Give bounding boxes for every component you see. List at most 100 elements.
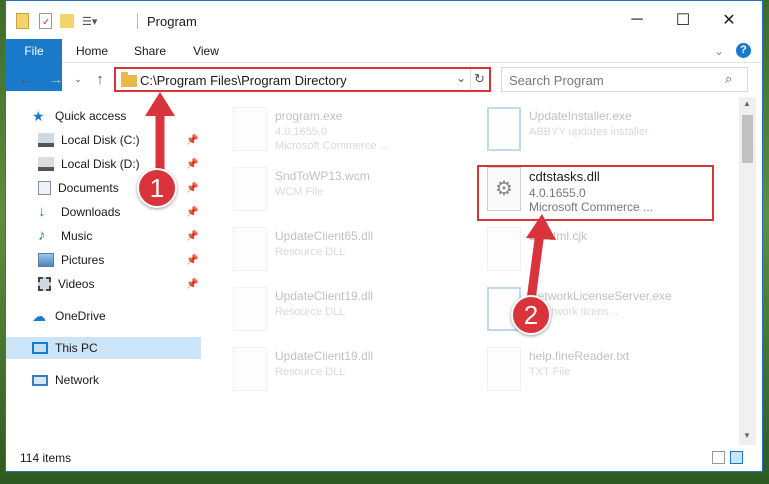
list-item[interactable]: UpdateClient19.dll Resource DLL	[225, 285, 465, 337]
back-arrow-icon[interactable]: ←	[16, 69, 36, 89]
cloud-icon: ☁	[32, 308, 46, 324]
sidebar-item-quick-access[interactable]: ★ Quick access	[32, 105, 126, 127]
item-count: 114 items	[20, 451, 72, 465]
pin-icon[interactable]: 📌	[186, 255, 198, 266]
file-name: SndToWP13.wcm	[275, 169, 370, 183]
file-detail: ABBYY updates installer	[529, 126, 649, 138]
file-icon	[487, 227, 521, 271]
vertical-scrollbar[interactable]: ▲ ▼	[739, 97, 756, 445]
address-dropdown-icon[interactable]: ⌄	[456, 71, 466, 85]
list-item[interactable]: program.exe 4.0.1655.0 Microsoft Commerc…	[225, 105, 465, 157]
file-name: LDHtml.cjk	[529, 229, 588, 243]
pin-icon[interactable]: 📌	[186, 159, 198, 170]
refresh-icon[interactable]: ↻	[474, 71, 485, 87]
address-row: ← → ⌄ ↑ C:\Program Files\Program Directo…	[6, 64, 762, 94]
sidebar-item-pictures[interactable]: Pictures 📌	[38, 249, 203, 271]
customize-toolbar-icon[interactable]: ☰▾	[82, 15, 97, 28]
list-item[interactable]: UpdateClient19.dll Resource DLL	[225, 345, 465, 397]
sidebar-item-label: Local Disk (C:)	[61, 133, 140, 147]
file-detail: Microsoft Commerce ...	[275, 140, 389, 152]
address-path[interactable]: C:\Program Files\Program Directory	[140, 73, 347, 88]
recent-locations-icon[interactable]: ⌄	[68, 69, 88, 89]
pin-icon[interactable]: 📌	[186, 135, 198, 146]
properties-icon[interactable]: ✓	[39, 13, 52, 29]
dll-gear-icon	[233, 227, 267, 271]
tiles-view-icon[interactable]	[730, 451, 743, 464]
list-item[interactable]: UpdateInstaller.exe ABBYY updates instal…	[479, 105, 719, 157]
computer-icon	[32, 342, 48, 354]
step-2-badge: 2	[511, 295, 551, 335]
sidebar-item-label: This PC	[55, 341, 98, 355]
file-detail: WCM File	[275, 186, 324, 198]
scroll-down-icon[interactable]: ▼	[743, 431, 751, 440]
tab-share[interactable]: Share	[126, 39, 174, 63]
explorer-window: ✓ ☰▾ Program ─ ☐ ✕ File Home Share View …	[5, 0, 763, 472]
pin-icon[interactable]: 📌	[186, 207, 198, 218]
ribbon-expand-icon[interactable]: ⌄	[712, 39, 726, 63]
window-title: Program	[147, 14, 197, 29]
file-name: help.fineReader.txt	[529, 349, 630, 363]
sidebar-item-network[interactable]: Network	[32, 369, 99, 391]
title-separator	[137, 13, 138, 29]
file-icon	[233, 167, 267, 211]
file-name: UpdateInstaller.exe	[529, 109, 632, 123]
sidebar-item-onedrive[interactable]: ☁ OneDrive	[32, 305, 106, 327]
quick-access-toolbar: ✓ ☰▾	[16, 11, 97, 31]
list-item-selected[interactable]: ⚙ cdtstasks.dll 4.0.1655.0 Microsoft Com…	[479, 165, 719, 217]
file-name: NetworkLicenseServer.exe	[529, 289, 672, 303]
address-bar[interactable]: C:\Program Files\Program Directory ⌄ ↻	[114, 67, 491, 92]
scroll-up-icon[interactable]: ▲	[743, 99, 751, 108]
application-icon	[233, 107, 267, 151]
search-placeholder: Search Program	[509, 73, 604, 88]
file-detail: Resource DLL	[275, 246, 346, 258]
sidebar-item-videos[interactable]: Videos 📌	[38, 273, 203, 295]
file-name: cdtstasks.dll	[529, 169, 600, 184]
list-item[interactable]: SndToWP13.wcm WCM File	[225, 165, 465, 217]
sidebar-item-downloads[interactable]: ↓ Downloads 📌	[38, 201, 203, 223]
new-folder-icon[interactable]	[60, 14, 74, 28]
file-detail: 4.0.1655.0	[529, 186, 586, 200]
list-item[interactable]: UpdateClient65.dll Resource DLL	[225, 225, 465, 277]
sidebar-item-label: Downloads	[61, 205, 121, 219]
help-icon[interactable]: ?	[736, 43, 751, 58]
search-box[interactable]: Search Program ⌕	[501, 67, 748, 92]
sidebar-item-music[interactable]: ♪ Music 📌	[38, 225, 203, 247]
pin-icon[interactable]: 📌	[186, 279, 198, 290]
dll-gear-icon	[233, 287, 267, 331]
details-view-icon[interactable]	[712, 451, 725, 464]
tab-home[interactable]: Home	[68, 39, 116, 63]
close-button[interactable]: ✕	[706, 1, 752, 39]
list-item[interactable]: help.fineReader.txt TXT File	[479, 345, 719, 397]
address-divider	[470, 69, 471, 90]
drive-icon	[38, 157, 54, 171]
network-icon	[32, 374, 48, 386]
file-detail: Resource DLL	[275, 366, 346, 378]
pin-icon[interactable]: 📌	[186, 183, 198, 194]
file-name: UpdateClient65.dll	[275, 229, 374, 243]
sidebar-item-label: Videos	[58, 277, 95, 291]
sidebar-item-label: Network	[55, 373, 100, 387]
dll-gear-icon: ⚙	[487, 167, 521, 211]
scrollbar-thumb[interactable]	[742, 115, 753, 163]
search-icon[interactable]: ⌕	[725, 71, 732, 87]
sidebar-item-documents[interactable]: Documents 📌	[38, 177, 203, 199]
sidebar-item-label: Pictures	[61, 253, 105, 267]
file-name: UpdateClient19.dll	[275, 289, 374, 303]
application-icon	[487, 107, 521, 151]
up-arrow-icon[interactable]: ↑	[90, 69, 110, 89]
minimize-button[interactable]: ─	[614, 1, 660, 39]
maximize-button[interactable]: ☐	[660, 1, 706, 39]
forward-arrow-icon[interactable]: →	[46, 69, 66, 89]
music-icon: ♪	[38, 227, 46, 244]
sidebar-item-this-pc[interactable]: This PC	[6, 337, 201, 359]
sidebar-item-local-disk-c[interactable]: Local Disk (C:) 📌	[38, 129, 203, 151]
sidebar-item-label: Local Disk (D:)	[61, 157, 140, 171]
step-1-badge: 1	[137, 168, 177, 208]
list-item[interactable]: LDHtml.cjk	[479, 225, 719, 277]
sidebar-item-local-disk-d[interactable]: Local Disk (D:) 📌	[38, 153, 203, 175]
file-detail: Resource DLL	[275, 306, 346, 318]
file-detail: 4.0.1655.0	[275, 126, 327, 138]
tab-view[interactable]: View	[182, 39, 230, 63]
pin-icon[interactable]: 📌	[186, 231, 198, 242]
sidebar-item-label: OneDrive	[55, 309, 106, 323]
